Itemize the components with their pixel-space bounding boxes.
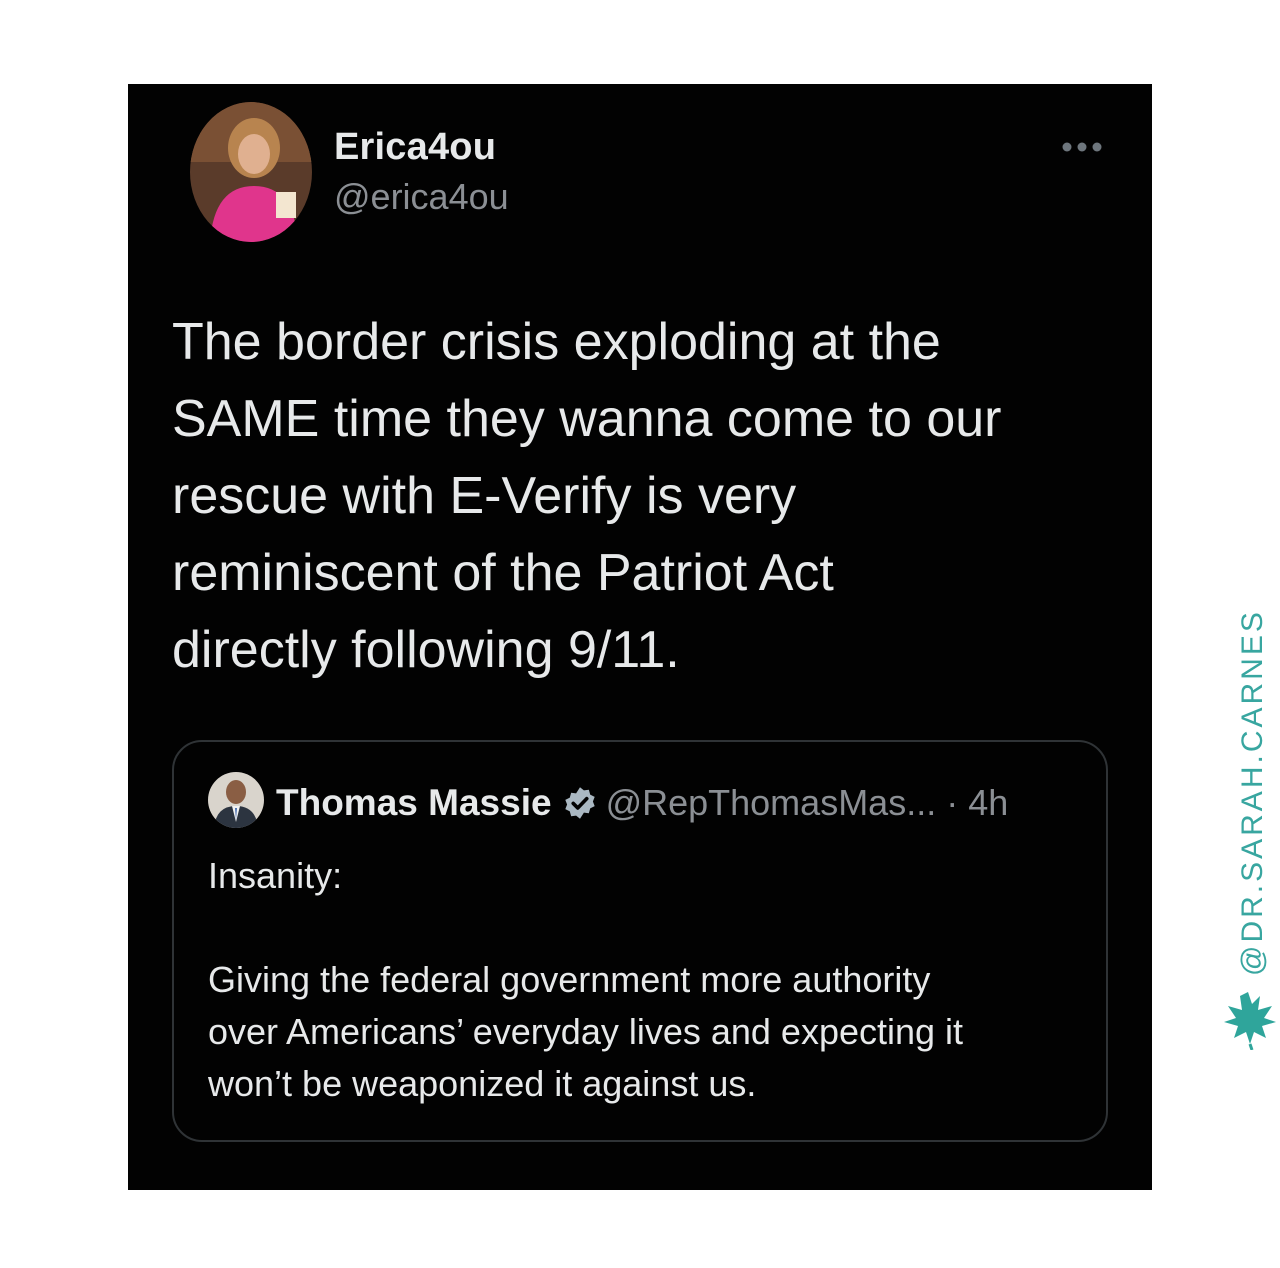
more-icon[interactable] bbox=[1060, 138, 1104, 156]
quoted-tweet-text: Insanity: Giving the federal government … bbox=[208, 855, 964, 1104]
author-display-name[interactable]: Erica4ou bbox=[334, 126, 496, 169]
verified-icon bbox=[564, 787, 595, 819]
quoted-tweet-time[interactable]: · 4h bbox=[946, 782, 1008, 824]
author-handle[interactable]: @erica4ou bbox=[334, 176, 509, 218]
author-avatar[interactable] bbox=[190, 102, 312, 242]
quoted-author-name[interactable]: Thomas Massie bbox=[276, 782, 552, 824]
tweet-text: The border crisis exploding at the SAME … bbox=[172, 313, 1002, 679]
quoted-tweet[interactable]: Thomas Massie @RepThomasMas... · 4h Insa… bbox=[172, 740, 1108, 1142]
quoted-author-handle[interactable]: @RepThomasMas... bbox=[606, 782, 937, 824]
watermark-text: @DR.SARAH.CARNES bbox=[1236, 609, 1269, 976]
leaf-icon bbox=[1224, 992, 1276, 1050]
tweet-card[interactable]: Erica4ou @erica4ou The border crisis exp… bbox=[128, 84, 1152, 1190]
quoted-author-avatar[interactable] bbox=[208, 772, 264, 828]
